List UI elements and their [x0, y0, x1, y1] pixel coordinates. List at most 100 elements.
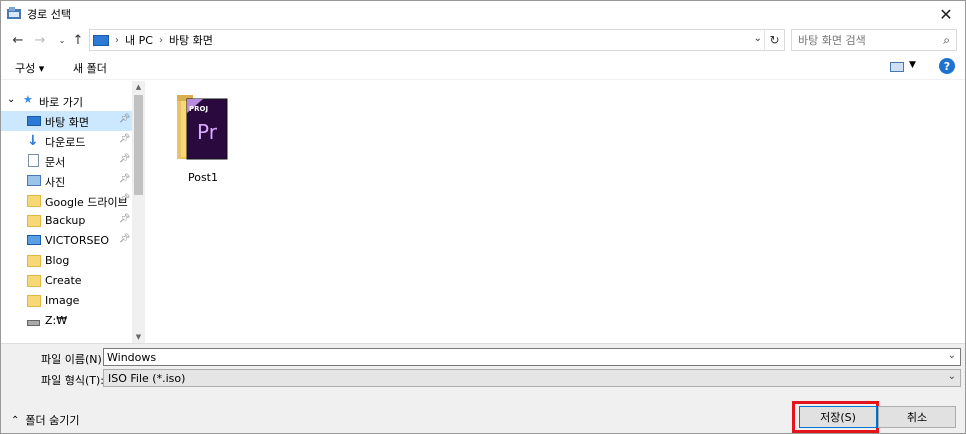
refresh-icon: ↻: [769, 33, 780, 47]
scrollbar-thumb[interactable]: [134, 95, 143, 195]
sidebar-item-downloads[interactable]: ↓ 다운로드 📌︎: [1, 131, 133, 151]
pin-icon: 📌︎: [119, 214, 131, 224]
tree-quick-access[interactable]: ⌄ ★ 바로 가기: [1, 91, 133, 111]
folder-icon: [27, 214, 41, 228]
sidebar-item-label: VICTORSEO: [45, 234, 110, 247]
refresh-button[interactable]: ↻: [764, 30, 784, 50]
desktop-icon: [27, 114, 41, 128]
chevron-down-icon: ⌄: [58, 35, 66, 45]
filetype-label: 파일 형식(T):: [41, 374, 104, 387]
address-bar[interactable]: › 내 PC › 바탕 화면 ⌄ ↻: [89, 29, 785, 51]
sidebar-item-label: 바탕 화면: [45, 116, 89, 129]
search-input[interactable]: [792, 30, 932, 50]
filename-field[interactable]: ⌄: [103, 348, 961, 366]
back-button[interactable]: ←: [9, 31, 27, 49]
save-form-panel: 파일 이름(N): ⌄ 파일 형식(T): ISO File (*.iso) ⌄…: [1, 343, 965, 433]
sidebar-item-label: Create: [45, 274, 82, 287]
star-icon: ★: [23, 93, 33, 106]
file-list-area[interactable]: PROJ Pr Post1: [145, 81, 965, 343]
view-dropdown-icon[interactable]: ▼: [909, 60, 916, 70]
sidebar-item-pictures[interactable]: 사진 📌︎: [1, 171, 133, 191]
proj-badge: PROJ: [189, 105, 208, 113]
arrow-right-icon: →: [34, 32, 46, 48]
sidebar-item-google-drive[interactable]: Google 드라이브 📌︎: [1, 191, 133, 211]
sidebar-item-label: 사진: [45, 176, 66, 189]
breadcrumb-this-pc[interactable]: 내 PC: [125, 32, 153, 48]
save-button[interactable]: 저장(S): [799, 406, 877, 428]
sidebar-item-create[interactable]: Create: [1, 271, 133, 291]
sidebar-item-label: Blog: [45, 254, 70, 267]
navigation-scrollbar[interactable]: ▲ ▼: [132, 81, 145, 343]
navigation-bar: ← → ⌄ ↑ › 내 PC › 바탕 화면 ⌄ ↻ ⌕: [1, 27, 965, 53]
sidebar-item-label: Image: [45, 294, 80, 307]
document-icon: [27, 154, 41, 168]
view-options-icon[interactable]: [890, 62, 904, 72]
search-box[interactable]: ⌕: [791, 29, 957, 51]
filename-label: 파일 이름(N):: [41, 353, 106, 366]
download-icon: ↓: [27, 133, 39, 149]
sidebar-item-image[interactable]: Image: [1, 291, 133, 311]
scroll-up-icon[interactable]: ▲: [132, 81, 145, 93]
sidebar-item-desktop[interactable]: 바탕 화면 📌︎: [1, 111, 133, 131]
file-name: Post1: [187, 171, 218, 184]
help-button[interactable]: ?: [939, 58, 955, 74]
up-button[interactable]: ↑: [69, 31, 87, 49]
dialog-app-icon: [7, 7, 21, 19]
filetype-select[interactable]: ISO File (*.iso) ⌄: [103, 369, 961, 387]
breadcrumb-separator-icon: ›: [158, 34, 163, 46]
sidebar-item-z-drive[interactable]: Z:₩: [1, 311, 133, 331]
this-pc-icon: [93, 34, 109, 46]
quick-access-label: 바로 가기: [39, 96, 83, 109]
breadcrumb-desktop[interactable]: 바탕 화면: [169, 32, 213, 48]
pin-icon: 📌︎: [119, 154, 131, 164]
picture-icon: [27, 174, 41, 188]
sidebar-item-label: 문서: [45, 156, 66, 169]
hide-folders-toggle[interactable]: ⌃ 폴더 숨기기: [11, 412, 80, 428]
chevron-up-icon: ⌃: [11, 414, 20, 426]
folder-icon: [27, 194, 41, 208]
network-drive-icon: [27, 314, 41, 328]
chevron-down-icon: ⌄: [947, 371, 956, 382]
hide-folders-label: 폴더 숨기기: [25, 414, 80, 427]
sidebar-item-label: Z:₩: [45, 314, 68, 327]
close-button[interactable]: ✕: [927, 1, 965, 27]
new-folder-button[interactable]: 새 폴더: [73, 60, 107, 76]
pin-icon: 📌︎: [119, 234, 131, 244]
filetype-value: ISO File (*.iso): [108, 372, 186, 385]
folder-icon: [27, 294, 41, 308]
premiere-project-folder-icon: PROJ Pr: [177, 95, 228, 160]
folder-icon: [27, 274, 41, 288]
sidebar-item-victorseo[interactable]: VICTORSEO 📌︎: [1, 231, 133, 251]
pin-icon: 📌︎: [119, 114, 131, 124]
organize-button[interactable]: 구성 ▾: [15, 60, 44, 76]
title-bar: 경로 선택 ✕: [1, 1, 965, 27]
pin-icon: 📌︎: [119, 194, 131, 204]
dialog-title: 경로 선택: [27, 8, 71, 21]
premiere-logo: Pr: [197, 120, 218, 144]
sidebar-item-blog[interactable]: Blog: [1, 251, 133, 271]
navigation-pane: ⌄ ★ 바로 가기 바탕 화면 📌︎ ↓ 다운로드 📌︎ 문서 📌︎ 사진 📌︎…: [1, 81, 145, 343]
address-dropdown-icon[interactable]: ⌄: [754, 33, 762, 44]
folder-icon: [27, 254, 41, 268]
pin-icon: 📌︎: [119, 134, 131, 144]
scroll-down-icon[interactable]: ▼: [132, 331, 145, 343]
forward-button[interactable]: →: [31, 31, 49, 49]
sidebar-item-label: Google 드라이브: [45, 196, 128, 209]
arrow-left-icon: ←: [12, 32, 24, 48]
arrow-up-icon: ↑: [72, 32, 84, 48]
search-icon: ⌕: [943, 33, 950, 47]
file-item[interactable]: PROJ Pr Post1: [173, 89, 233, 189]
pin-icon: 📌︎: [119, 174, 131, 184]
sidebar-item-label: Backup: [45, 214, 86, 227]
breadcrumb-separator-icon: ›: [115, 34, 119, 46]
sidebar-item-label: 다운로드: [45, 136, 86, 149]
sidebar-item-backup[interactable]: Backup 📌︎: [1, 211, 133, 231]
cancel-button[interactable]: 취소: [878, 406, 956, 428]
chevron-down-icon[interactable]: ⌄: [948, 350, 956, 361]
monitor-icon: [27, 234, 41, 248]
filename-input[interactable]: [104, 349, 934, 365]
chevron-down-icon: ⌄: [7, 94, 16, 105]
command-toolbar: 구성 ▾ 새 폴더 ▼ ?: [1, 54, 965, 80]
sidebar-item-documents[interactable]: 문서 📌︎: [1, 151, 133, 171]
save-dialog: 경로 선택 ✕ ← → ⌄ ↑ › 내 PC › 바탕 화면 ⌄ ↻ 바탕 화면…: [0, 0, 966, 434]
